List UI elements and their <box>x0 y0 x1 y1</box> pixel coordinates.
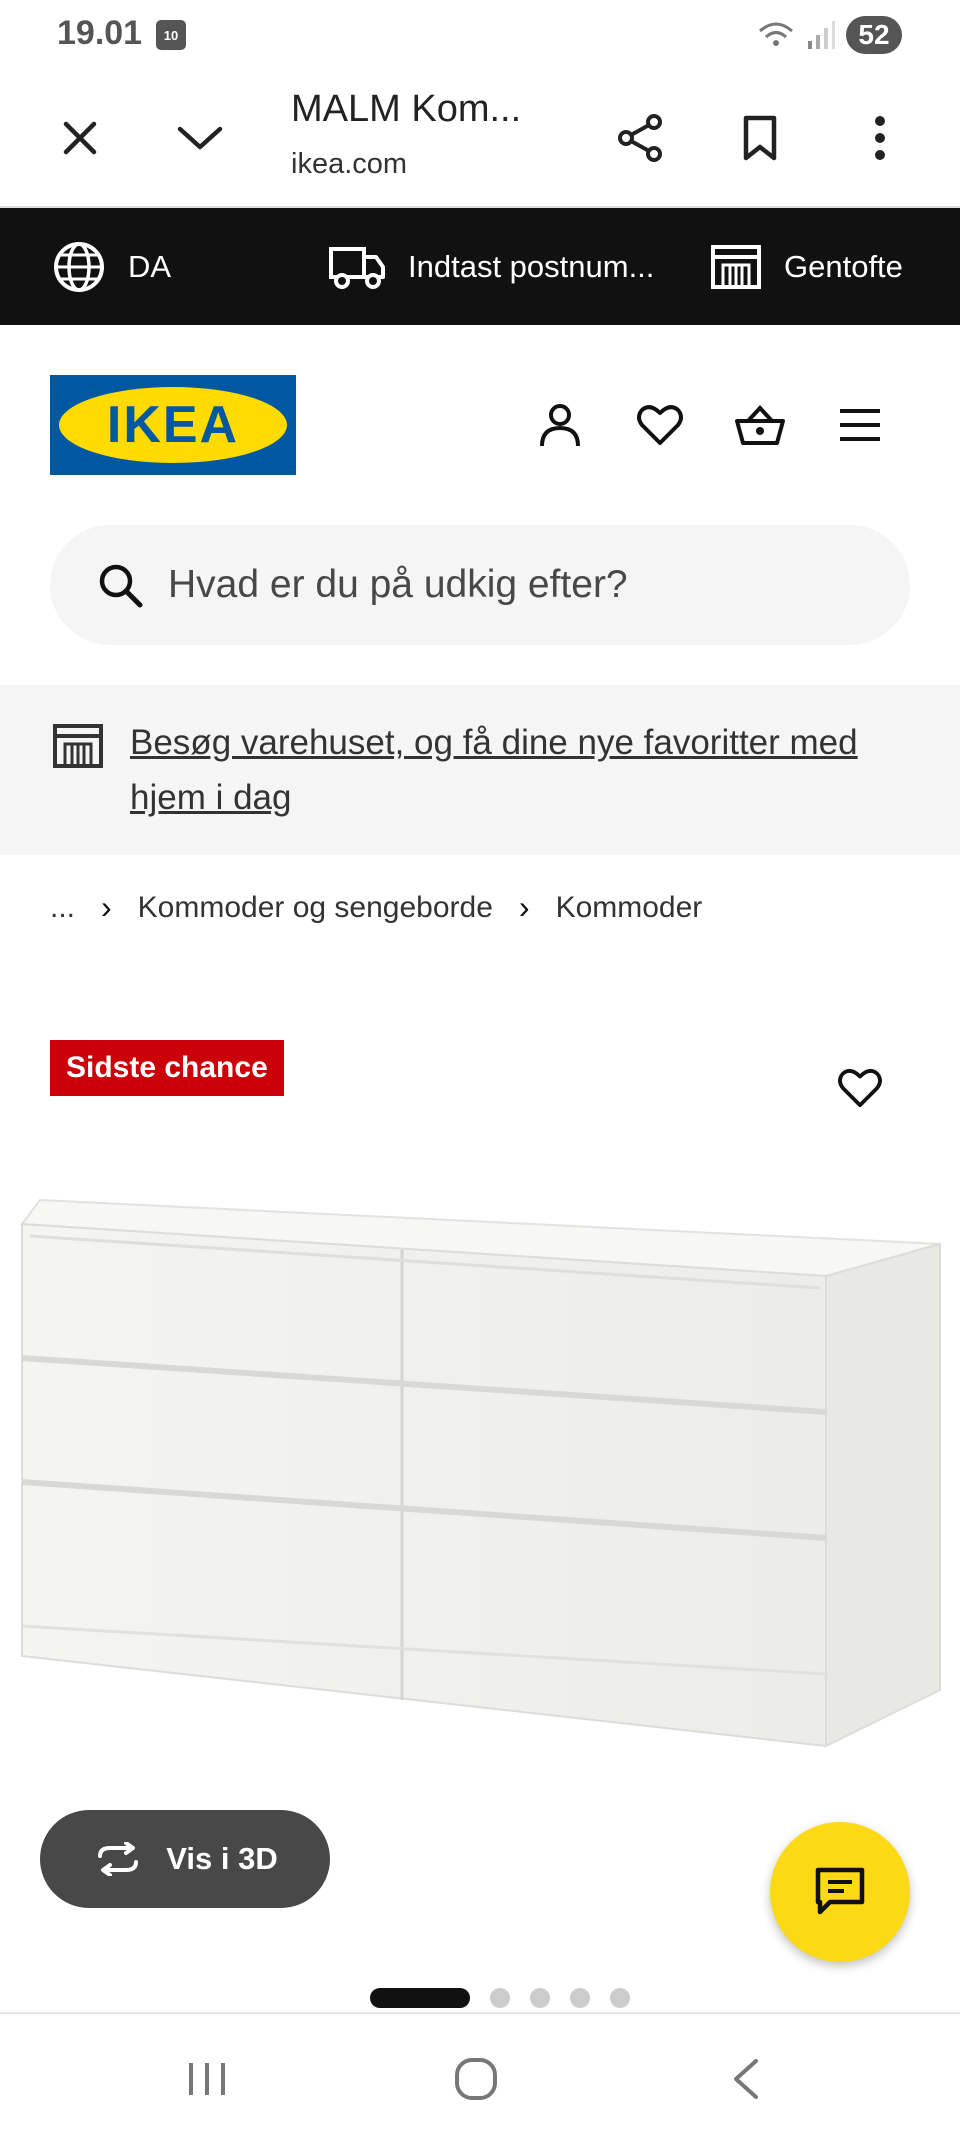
more-icon[interactable] <box>850 108 910 168</box>
store-visit-banner: Besøg varehuset, og få dine nye favoritt… <box>0 685 960 855</box>
calendar-icon: 10 <box>156 20 186 50</box>
url-text[interactable]: ikea.com <box>291 148 407 181</box>
user-icon[interactable] <box>530 395 590 455</box>
store-visit-link[interactable]: Besøg varehuset, og få dine nye favoritt… <box>130 715 920 825</box>
wifi-icon <box>759 22 793 46</box>
carousel-dot-active[interactable] <box>370 1988 470 2008</box>
carousel-dot[interactable] <box>530 1988 550 2008</box>
menu-icon[interactable] <box>830 395 890 455</box>
store-icon <box>53 724 103 768</box>
product-image[interactable] <box>0 1180 960 1760</box>
search-placeholder: Hvad er du på udkig efter? <box>168 563 628 606</box>
ikea-logo[interactable]: IKEA <box>50 375 296 475</box>
store-selector[interactable]: Gentofte <box>710 208 903 325</box>
back-icon[interactable] <box>715 2049 775 2109</box>
heart-icon[interactable] <box>630 395 690 455</box>
delivery-postcode[interactable]: Indtast postnum... <box>328 208 654 325</box>
view-3d-button[interactable]: Vis i 3D <box>40 1810 330 1908</box>
bookmark-icon[interactable] <box>730 108 790 168</box>
system-nav-bar <box>0 2012 960 2133</box>
rotate-icon <box>98 1842 139 1876</box>
language-label: DA <box>128 248 172 284</box>
status-bar: 19.01 10 52 <box>0 0 960 70</box>
logo-text: IKEA <box>106 396 240 454</box>
chevron-right-icon: › <box>101 889 112 925</box>
truck-icon <box>329 246 385 289</box>
browser-toolbar: MALM Kom... ikea.com <box>0 70 960 208</box>
share-icon[interactable] <box>611 108 671 168</box>
chevron-down-icon[interactable] <box>170 108 230 168</box>
carousel-dot[interactable] <box>570 1988 590 2008</box>
breadcrumb-ellipsis[interactable]: ... <box>50 891 75 925</box>
language-selector[interactable]: DA <box>52 208 171 325</box>
delivery-label: Indtast postnum... <box>408 248 655 284</box>
status-indicators: 52 <box>756 16 902 54</box>
store-label: Gentofte <box>784 248 903 284</box>
search-input[interactable]: Hvad er du på udkig efter? <box>50 525 910 645</box>
battery-indicator: 52 <box>846 16 902 54</box>
signal-icon <box>808 21 835 49</box>
globe-icon <box>54 241 104 292</box>
store-icon <box>711 244 761 289</box>
logo-oval: IKEA <box>59 387 287 463</box>
basket-icon[interactable] <box>730 395 790 455</box>
chat-button[interactable] <box>770 1822 910 1962</box>
last-chance-badge: Sidste chance <box>50 1040 284 1096</box>
close-icon[interactable] <box>50 108 110 168</box>
chevron-right-icon: › <box>518 889 530 925</box>
carousel-dot[interactable] <box>490 1988 510 2008</box>
carousel-dot[interactable] <box>610 1988 630 2008</box>
breadcrumb-item[interactable]: Kommoder <box>556 891 703 925</box>
recent-apps-icon[interactable] <box>177 2049 237 2109</box>
search-icon <box>99 564 143 608</box>
home-icon[interactable] <box>446 2049 506 2109</box>
carousel-indicator <box>370 1988 630 2008</box>
page-title: MALM Kom... <box>291 88 522 130</box>
info-strip: DA Indtast postnum... Gentofte <box>0 208 960 325</box>
breadcrumb: ... › Kommoder og sengeborde › Kommoder <box>50 885 702 930</box>
breadcrumb-item[interactable]: Kommoder og sengeborde <box>138 891 493 925</box>
favorite-heart-icon[interactable] <box>832 1060 888 1116</box>
chat-icon <box>815 1867 865 1915</box>
view-3d-label: Vis i 3D <box>166 1841 278 1876</box>
status-time: 19.01 <box>57 14 143 52</box>
